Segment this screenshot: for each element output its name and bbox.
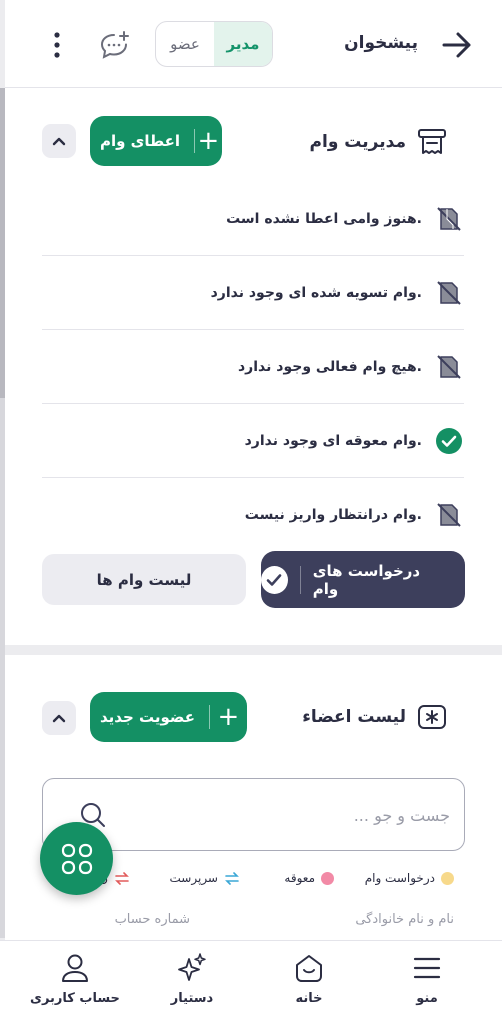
no-document-icon [434, 278, 464, 308]
role-member-option[interactable]: عضو [156, 22, 214, 66]
user-icon [62, 954, 88, 982]
legend-dot [441, 871, 454, 885]
divider [299, 565, 301, 594]
search-input[interactable] [130, 799, 450, 831]
legend-label: سرپرست [169, 871, 218, 885]
nav-label: حساب کاربری [30, 991, 120, 1006]
nav-label: منو [416, 991, 438, 1006]
swap-arrows-icon [115, 871, 129, 885]
home-icon [296, 955, 322, 982]
new-chat-icon[interactable] [99, 30, 131, 60]
bottom-navigation: منو خانه دستیار حساب کاربری [0, 940, 502, 1024]
loan-status-row: وام درانتظار واریز نیست. [42, 478, 464, 552]
nav-item-home[interactable]: خانه [259, 951, 359, 1006]
more-options-icon[interactable] [49, 30, 65, 60]
loan-status-row: هنوز وامی اعطا نشده است. [42, 182, 464, 256]
apps-fab-button[interactable] [40, 822, 113, 895]
top-header: پیشخوان مدیر عضو [5, 0, 502, 88]
loan-list-button[interactable]: لیست وام ها [42, 554, 246, 605]
nav-item-account[interactable]: حساب کاربری [25, 951, 125, 1006]
chevron-up-icon [52, 714, 66, 723]
members-icon [418, 705, 446, 729]
arrow-right-icon[interactable] [440, 28, 474, 62]
loan-status-row: هیچ وام فعالی وجود ندارد. [42, 330, 464, 404]
new-membership-button[interactable]: + عضویت جدید [90, 692, 247, 742]
collapse-button[interactable] [42, 124, 76, 158]
role-toggle[interactable]: مدیر عضو [155, 21, 273, 67]
legend-loan-request: درخواست وام [365, 871, 454, 885]
nav-label: خانه [295, 991, 323, 1006]
button-label: عضویت جدید [100, 708, 195, 726]
loan-status-row: وام معوقه ای وجود ندارد. [42, 404, 464, 478]
button-label: اعطای وام [100, 132, 181, 150]
grid-icon [61, 843, 92, 874]
chevron-up-icon [52, 137, 66, 146]
swap-arrows-icon [225, 871, 239, 885]
nav-label: دستیار [170, 991, 214, 1006]
legend-overdue: معوقه [284, 871, 334, 885]
members-card: لیست اعضاء + عضویت جدید درخواست وام معوق… [5, 655, 502, 940]
check-circle-icon [434, 426, 464, 456]
no-document-icon [434, 204, 464, 234]
status-text: وام درانتظار واریز نیست. [244, 507, 422, 523]
column-header-name: نام و نام خانوادگی [355, 912, 454, 927]
loan-management-card: مدیریت وام + اعطای وام هنوز وامی اعطا نش… [5, 88, 502, 645]
section-title: لیست اعضاء [302, 707, 406, 727]
plus-icon: + [197, 126, 220, 156]
button-label: درخواست های وام [312, 561, 421, 598]
role-manager-option[interactable]: مدیر [214, 22, 272, 66]
legend-dot [321, 871, 334, 885]
menu-icon [413, 957, 441, 979]
page-title: پیشخوان [344, 33, 418, 53]
receipt-icon [418, 129, 446, 154]
legend-label: معوقه [284, 871, 315, 885]
plus-icon: + [217, 702, 240, 732]
legend-label: درخواست وام [364, 871, 435, 885]
collapse-button[interactable] [42, 701, 76, 735]
nav-item-menu[interactable]: منو [377, 951, 477, 1006]
check-icon [261, 565, 288, 594]
column-header-account: شماره حساب [114, 912, 190, 927]
section-title: مدیریت وام [309, 132, 406, 152]
no-document-icon [434, 352, 464, 382]
loan-requests-button[interactable]: درخواست های وام [261, 551, 465, 608]
status-text: وام تسویه شده ای وجود ندارد. [210, 284, 422, 301]
status-text: هنوز وامی اعطا نشده است. [226, 210, 422, 227]
status-text: وام معوقه ای وجود ندارد. [244, 432, 422, 449]
nav-item-assistant[interactable]: دستیار [142, 951, 242, 1006]
status-text: هیچ وام فعالی وجود ندارد. [238, 358, 422, 375]
sparkles-icon [178, 953, 206, 981]
loan-status-row: وام تسویه شده ای وجود ندارد. [42, 256, 464, 330]
no-document-icon [434, 500, 464, 530]
grant-loan-button[interactable]: + اعطای وام [90, 116, 222, 166]
legend-guardian: سرپرست [170, 871, 240, 885]
